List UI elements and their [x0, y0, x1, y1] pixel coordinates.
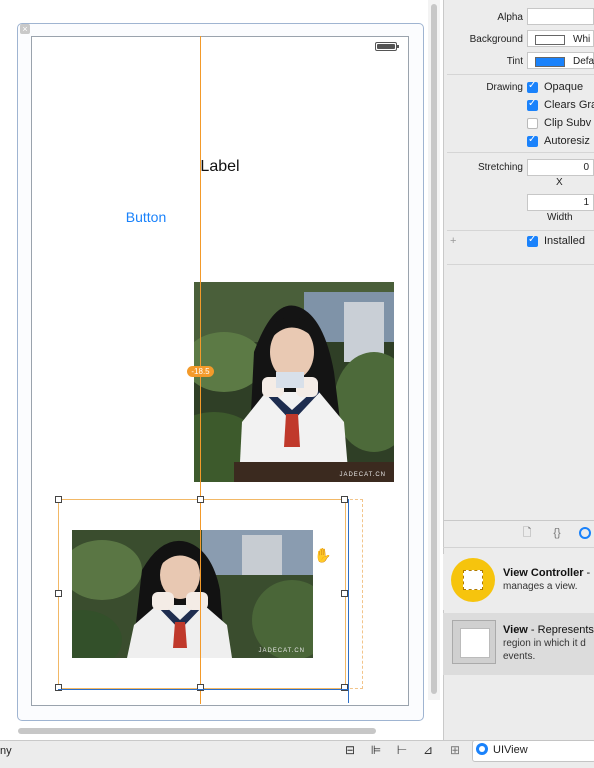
- opaque-text: Opaque: [544, 81, 584, 93]
- constraint-line-horizontal: [58, 689, 348, 690]
- background-value: Whi: [573, 34, 591, 45]
- constraint-line-vertical: [348, 499, 349, 703]
- pin-icon[interactable]: ⊢: [394, 743, 410, 757]
- photo-top-watermark: JADECAT.CN: [339, 472, 386, 478]
- clears-graphics-checkbox[interactable]: [527, 98, 538, 111]
- tint-value: Defa: [573, 56, 594, 67]
- device-name-text: ny: [0, 745, 12, 757]
- button-view[interactable]: Button: [116, 209, 176, 225]
- class-name-text: UIView: [493, 744, 528, 756]
- stretch-x-field[interactable]: 0: [527, 159, 594, 176]
- class-icon: [476, 743, 488, 755]
- alpha-label: Alpha: [497, 12, 523, 23]
- inspector-separator: [447, 74, 594, 75]
- resize-handle-left[interactable]: [55, 590, 62, 597]
- resize-handle-top[interactable]: [197, 496, 204, 503]
- inspector-separator: [447, 152, 594, 153]
- resize-handle-top-left[interactable]: [55, 496, 62, 503]
- background-swatch: [535, 35, 565, 45]
- battery-icon: [375, 42, 399, 51]
- clears-graphics-text: Clears Gra: [544, 99, 594, 111]
- inspector-separator: [447, 264, 594, 265]
- installed-checkbox[interactable]: [527, 234, 538, 247]
- drawing-label: Drawing: [486, 82, 523, 93]
- horizontal-scrollbar-thumb[interactable]: [18, 728, 376, 734]
- resize-handle-top-right[interactable]: [341, 496, 348, 503]
- hand-cursor-icon: ✋: [314, 547, 332, 563]
- stretch-width-field[interactable]: 1: [527, 194, 594, 211]
- add-variation-button[interactable]: +: [450, 235, 456, 247]
- resize-handle-right[interactable]: [341, 590, 348, 597]
- class-field[interactable]: [472, 740, 594, 762]
- opaque-checkbox[interactable]: [527, 80, 538, 93]
- alpha-field[interactable]: [527, 8, 594, 25]
- view-controller-desc: manages a view.: [503, 581, 578, 592]
- inspector-separator: [447, 230, 594, 231]
- autoresize-text: Autoresiz: [544, 135, 590, 147]
- autoresize-checkbox[interactable]: [527, 134, 538, 147]
- stretch-width-label: Width: [547, 212, 573, 223]
- installed-text: Installed: [544, 235, 585, 247]
- stretch-x-label: X: [556, 177, 563, 188]
- view-icon: [452, 620, 496, 664]
- library-tab-bar: [443, 520, 594, 548]
- label-view[interactable]: Label: [190, 158, 250, 176]
- code-snippet-icon[interactable]: {}: [550, 526, 564, 540]
- stretching-label: Stretching: [477, 162, 523, 173]
- constraint-value-badge: -18.5: [187, 366, 214, 377]
- selection-frame[interactable]: [58, 499, 346, 689]
- clip-subviews-checkbox[interactable]: [527, 118, 538, 129]
- view-title: View - Represents: [503, 624, 594, 636]
- view-controller-icon: [451, 558, 495, 602]
- grid-icon[interactable]: ⊞: [450, 743, 460, 757]
- view-desc-line-3: events.: [503, 651, 536, 662]
- tint-label: Tint: [506, 56, 523, 67]
- vertical-scrollbar-thumb[interactable]: [431, 4, 437, 694]
- image-view-top[interactable]: JADECAT.CN: [194, 282, 394, 482]
- object-library-icon[interactable]: [579, 527, 591, 539]
- view-desc-line-2: region in which it d: [503, 638, 586, 649]
- align-icon[interactable]: ⊫: [368, 743, 384, 757]
- resolve-issues-icon[interactable]: ⊿: [420, 743, 436, 757]
- close-scene-icon[interactable]: ×: [20, 24, 30, 34]
- clip-subviews-text: Clip Subv: [544, 117, 592, 129]
- stack-view-icon[interactable]: ⊟: [342, 743, 358, 757]
- photo-top-graphic: [194, 282, 394, 482]
- tint-swatch: [535, 57, 565, 67]
- background-label: Background: [469, 34, 523, 45]
- view-controller-title: View Controller -: [503, 567, 591, 579]
- file-template-icon[interactable]: 🗋: [520, 526, 534, 540]
